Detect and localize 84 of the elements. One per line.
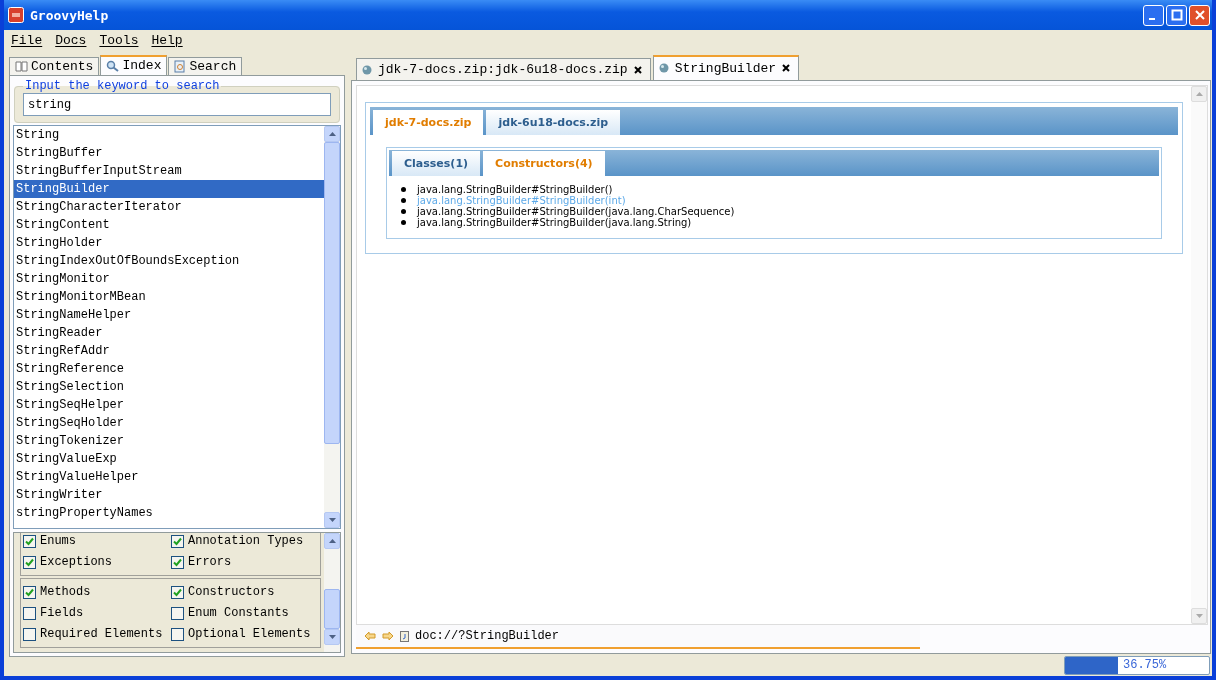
index-item[interactable]: StringSelection bbox=[14, 378, 324, 396]
result-link[interactable]: java.lang.StringBuilder#StringBuilder() bbox=[417, 184, 613, 195]
index-item[interactable]: StringReader bbox=[14, 324, 324, 342]
minimize-icon bbox=[1148, 18, 1155, 20]
archive-tab[interactable]: jdk-6u18-docs.zip bbox=[486, 110, 621, 135]
app-icon bbox=[8, 7, 24, 23]
address-text: doc://?StringBuilder bbox=[415, 629, 560, 643]
close-icon bbox=[1193, 9, 1206, 21]
filter-checkbox[interactable]: Enum Constants bbox=[171, 604, 318, 622]
checkmark-icon bbox=[24, 535, 35, 547]
menu-item[interactable]: Docs bbox=[55, 32, 87, 48]
index-item[interactable]: StringValueHelper bbox=[14, 468, 324, 486]
close-icon[interactable] bbox=[633, 65, 642, 74]
index-item[interactable]: StringSeqHolder bbox=[14, 414, 324, 432]
close-icon[interactable] bbox=[782, 64, 791, 72]
up-arrow-icon[interactable] bbox=[328, 539, 336, 543]
bullet-icon bbox=[401, 220, 406, 225]
bullet-icon bbox=[401, 209, 406, 214]
index-item[interactable]: StringCharacterIterator bbox=[14, 198, 324, 216]
book-icon bbox=[15, 61, 28, 72]
checkmark-icon bbox=[24, 556, 35, 568]
close-button[interactable] bbox=[1189, 4, 1210, 26]
keyword-legend: Input the keyword to search bbox=[23, 79, 222, 93]
index-item[interactable]: StringContent bbox=[14, 216, 324, 234]
filter-checkbox[interactable]: Annotation Types bbox=[171, 533, 318, 550]
keyword-field[interactable]: string bbox=[23, 93, 331, 116]
index-item[interactable]: String bbox=[14, 126, 324, 144]
sidebar-tab[interactable]: Index bbox=[100, 55, 168, 75]
result-link[interactable]: java.lang.StringBuilder#StringBuilder(java.lang.CharSequence) bbox=[417, 206, 735, 217]
maximize-button[interactable] bbox=[1166, 4, 1187, 26]
filter-checkbox[interactable]: Optional Elements bbox=[171, 625, 318, 643]
maximize-icon bbox=[1170, 9, 1183, 21]
window-title: GroovyHelp bbox=[30, 7, 110, 23]
globe-icon bbox=[362, 64, 372, 75]
search-icon bbox=[106, 59, 120, 72]
index-item[interactable]: StringValueExp bbox=[14, 450, 324, 468]
up-arrow-icon[interactable] bbox=[328, 132, 336, 136]
checkmark-icon bbox=[172, 556, 183, 568]
back-arrow-icon[interactable] bbox=[364, 631, 376, 641]
document-tab[interactable]: StringBuilder bbox=[652, 55, 800, 80]
index-item[interactable]: StringHolder bbox=[14, 234, 324, 252]
index-item[interactable]: StringBuffer bbox=[14, 144, 324, 162]
filter-checkbox[interactable]: Enums bbox=[23, 533, 171, 550]
minimize-button[interactable] bbox=[1143, 4, 1164, 26]
checkmark-icon bbox=[172, 535, 183, 547]
menu-item[interactable]: File bbox=[11, 32, 43, 48]
index-item[interactable]: StringSeqHelper bbox=[14, 396, 324, 414]
index-item[interactable]: StringBuilder bbox=[14, 180, 324, 198]
document-tab[interactable]: jdk-7-docs.zip:jdk-6u18-docs.zip bbox=[356, 58, 651, 80]
index-item[interactable]: StringWriter bbox=[14, 486, 324, 504]
filter-checkbox[interactable]: Fields bbox=[23, 604, 171, 622]
index-item[interactable]: StringReference bbox=[14, 360, 324, 378]
bullet-icon bbox=[401, 198, 406, 203]
filter-checkbox[interactable]: Required Elements bbox=[23, 625, 171, 643]
checkmark-icon bbox=[24, 586, 35, 598]
file-icon bbox=[400, 630, 409, 642]
index-item[interactable]: StringRefAddr bbox=[14, 342, 324, 360]
category-tab[interactable]: Classes(1) bbox=[392, 151, 481, 176]
down-arrow-icon[interactable] bbox=[328, 518, 336, 522]
checkmark-icon bbox=[172, 586, 183, 598]
sidebar-tab[interactable]: Contents bbox=[9, 57, 100, 75]
index-item[interactable]: StringMonitor bbox=[14, 270, 324, 288]
index-item[interactable]: StringNameHelper bbox=[14, 306, 324, 324]
menu-item[interactable]: Tools bbox=[99, 32, 139, 48]
index-item[interactable]: StringBufferInputStream bbox=[14, 162, 324, 180]
filter-checkbox[interactable]: Exceptions bbox=[23, 553, 171, 571]
index-item[interactable]: StringIndexOutOfBoundsException bbox=[14, 252, 324, 270]
filter-checkbox[interactable]: Methods bbox=[23, 583, 171, 601]
index-item[interactable]: stringPropertyNames bbox=[14, 504, 324, 522]
document-icon bbox=[174, 60, 187, 73]
filter-checkbox[interactable]: Constructors bbox=[171, 583, 318, 601]
filter-checkbox[interactable]: Errors bbox=[171, 553, 318, 571]
result-link[interactable]: java.lang.StringBuilder#StringBuilder(java.lang.String) bbox=[417, 217, 692, 228]
globe-icon bbox=[658, 63, 669, 73]
bullet-icon bbox=[401, 187, 406, 192]
forward-arrow-icon[interactable] bbox=[382, 631, 394, 641]
scrollbar[interactable] bbox=[324, 126, 340, 528]
index-item[interactable]: StringMonitorMBean bbox=[14, 288, 324, 306]
menu-item[interactable]: Help bbox=[151, 32, 183, 48]
sidebar-tab[interactable]: Search bbox=[168, 57, 243, 75]
scrollbar[interactable] bbox=[324, 533, 340, 652]
memory-reading: 36.75% bbox=[1123, 656, 1167, 674]
down-arrow-icon[interactable] bbox=[328, 635, 336, 639]
index-item[interactable]: StringTokenizer bbox=[14, 432, 324, 450]
